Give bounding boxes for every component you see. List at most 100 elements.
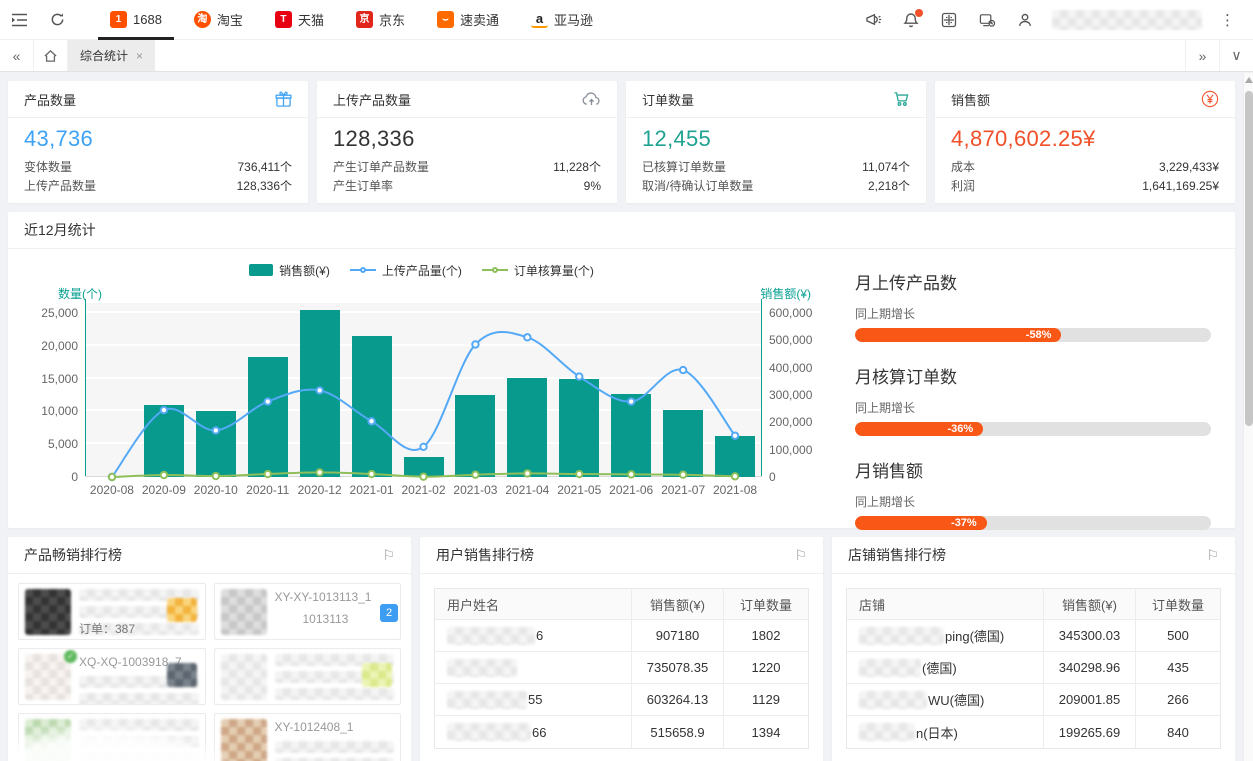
left-axis-tick: 20,000 — [41, 339, 86, 353]
page-tabbar: « 综合统计 × » ∨ — [0, 40, 1253, 72]
name-cell: 6 — [435, 620, 632, 651]
more-menu-icon[interactable]: ⋮ — [1212, 11, 1243, 29]
right-axis-tick: 200,000 — [761, 415, 812, 429]
right-axis-tick: 100,000 — [761, 443, 812, 457]
product-card-6[interactable]: XY-1012408_1 — [214, 713, 402, 761]
x-label-2021-04: 2021-04 — [505, 483, 549, 497]
stat-card-value: 128,336 — [333, 126, 601, 152]
left-axis-tick: 10,000 — [41, 404, 86, 418]
growth-progress-track: -36% — [855, 422, 1211, 436]
stat-card-1[interactable]: 上传产品数量128,336产生订单产品数量11,228个产生订单率9% — [317, 81, 617, 203]
name-suffix: (德国) — [922, 658, 957, 677]
orders-cell: 1802 — [724, 620, 808, 651]
product-card-1[interactable]: 订单：387 — [18, 583, 206, 640]
product-card-4[interactable] — [214, 648, 402, 705]
scrollbar-thumb[interactable] — [1245, 91, 1253, 426]
shop-ranking-table: 店铺销售额(¥)订单数量ping(德国)345300.03500(德国)3402… — [846, 588, 1221, 749]
platform-tab-速卖通[interactable]: ⌣速卖通 — [421, 0, 515, 40]
stat-card-2[interactable]: 订单数量12,455已核算订单数量11,074个取消/待确认订单数量2,218个 — [626, 81, 926, 203]
growth-subtitle: 同上期增长 — [855, 399, 1211, 416]
name-suffix: WU(德国) — [928, 690, 984, 709]
product-card-2[interactable]: XY-XY-1013113_110131132 — [214, 583, 402, 640]
legend-item[interactable]: 上传产品量(个) — [350, 262, 462, 279]
notifications-bell-icon[interactable] — [894, 0, 928, 40]
chart-lines — [86, 303, 761, 477]
announcement-icon[interactable] — [856, 0, 890, 40]
service-icon[interactable] — [970, 0, 1004, 40]
username-masked[interactable] — [1052, 10, 1202, 30]
platform-tab-1688[interactable]: 1 1688 — [94, 0, 178, 40]
masked-line — [79, 736, 199, 748]
platform-label: 淘宝 — [217, 10, 243, 29]
product-card-5[interactable] — [18, 713, 206, 761]
platform-label: 京东 — [379, 10, 405, 29]
growth-progress-track: -58% — [855, 328, 1211, 342]
chart-plot: 05,00010,00015,00020,00025,0000100,00020… — [86, 303, 761, 477]
refresh-icon[interactable] — [38, 0, 76, 40]
x-label-2020-10: 2020-10 — [194, 483, 238, 497]
left-axis-tick: 0 — [71, 470, 86, 484]
growth-block: 月销售额同上期增长-37% — [855, 457, 1211, 530]
right-axis-tick: 500,000 — [761, 333, 812, 347]
stat-row-label: 变体数量 — [24, 158, 72, 177]
close-icon[interactable]: × — [136, 49, 143, 63]
sales-cell: 345300.03 — [1044, 620, 1136, 651]
orders-cell: 1220 — [724, 652, 808, 683]
x-label-2020-09: 2020-09 — [142, 483, 186, 497]
京东-icon: 京 — [356, 11, 373, 28]
stat-row-value: 9% — [584, 177, 601, 196]
stat-row-label: 已核算订单数量 — [642, 158, 726, 177]
tabs-scroll-right-icon[interactable]: » — [1185, 40, 1219, 71]
stat-card-0[interactable]: 产品数量43,736变体数量736,411个上传产品数量128,336个 — [8, 81, 308, 203]
platform-tab-天猫[interactable]: T天猫 — [259, 0, 340, 40]
tabs-menu-chevron-icon[interactable]: ∨ — [1219, 40, 1253, 71]
home-tab-icon[interactable] — [34, 40, 68, 71]
user-ranking-panel: 用户销售排行榜 ⚐ 用户姓名销售额(¥)订单数量6907180180273507… — [420, 537, 823, 761]
masked-name — [447, 723, 531, 741]
legend-item[interactable]: 销售额(¥) — [249, 262, 330, 279]
growth-progress-track: -37% — [855, 516, 1211, 530]
growth-subtitle: 同上期增长 — [855, 305, 1211, 322]
stat-card-title: 订单数量 — [642, 90, 694, 109]
stat-card-3[interactable]: 销售额4,870,602.25¥成本3,229,433¥利润1,641,169.… — [935, 81, 1235, 203]
page-scrollbar[interactable] — [1243, 73, 1253, 761]
platform-tab-淘宝[interactable]: 淘淘宝 — [178, 0, 259, 40]
right-axis-tick: 0 — [761, 470, 776, 484]
shop-ranking-title: 店铺销售排行榜 — [848, 545, 946, 565]
stat-row-value: 11,074个 — [862, 158, 910, 177]
collapse-menu-icon[interactable] — [0, 0, 38, 40]
sales-cell: 603264.13 — [632, 684, 724, 715]
apps-grid-icon[interactable] — [932, 0, 966, 40]
product-code: XY-1012408_1 — [275, 719, 395, 735]
亚马逊-icon: a — [531, 11, 548, 28]
growth-panel: 月上传产品数同上期增长-58%月核算订单数同上期增长-36%月销售额同上期增长-… — [819, 255, 1225, 551]
flag-icon[interactable]: ⚐ — [382, 547, 395, 564]
platform-tab-亚马逊[interactable]: a亚马逊 — [515, 0, 609, 40]
growth-block: 月核算订单数同上期增长-36% — [855, 363, 1211, 436]
tab-comprehensive-statistics[interactable]: 综合统计 × — [68, 40, 155, 71]
yuan-icon — [1201, 90, 1219, 108]
scrollbar-up-arrow[interactable] — [1245, 77, 1253, 83]
stat-card-value: 43,736 — [24, 126, 292, 152]
stat-card-row: 利润1,641,169.25¥ — [935, 177, 1235, 196]
growth-subtitle: 同上期增长 — [855, 493, 1211, 510]
user-ranking-table: 用户姓名销售额(¥)订单数量69071801802735078.35122055… — [434, 588, 809, 749]
stat-card-row: 变体数量736,411个 — [8, 158, 308, 177]
platform-tab-京东[interactable]: 京京东 — [340, 0, 421, 40]
tabs-scroll-left-icon[interactable]: « — [0, 40, 34, 71]
column-header: 订单数量 — [1136, 589, 1220, 619]
flag-icon[interactable]: ⚐ — [1206, 547, 1219, 564]
orders-cell: 500 — [1136, 620, 1220, 651]
flag-icon[interactable]: ⚐ — [794, 547, 807, 564]
right-axis-tick: 400,000 — [761, 361, 812, 375]
growth-block: 月上传产品数同上期增长-58% — [855, 269, 1211, 342]
legend-item[interactable]: 订单核算量(个) — [482, 262, 594, 279]
product-card-3[interactable]: ✓XQ-XQ-1003918_7 — [18, 648, 206, 705]
platform-label: 1688 — [133, 12, 162, 27]
name-cell: WU(德国) — [847, 684, 1044, 715]
1688-icon: 1 — [110, 11, 127, 28]
legend-line-swatch — [482, 265, 508, 275]
stat-card-row: 已核算订单数量 11,074个 — [626, 158, 926, 177]
column-header: 销售额(¥) — [632, 589, 724, 619]
user-icon[interactable] — [1008, 0, 1042, 40]
